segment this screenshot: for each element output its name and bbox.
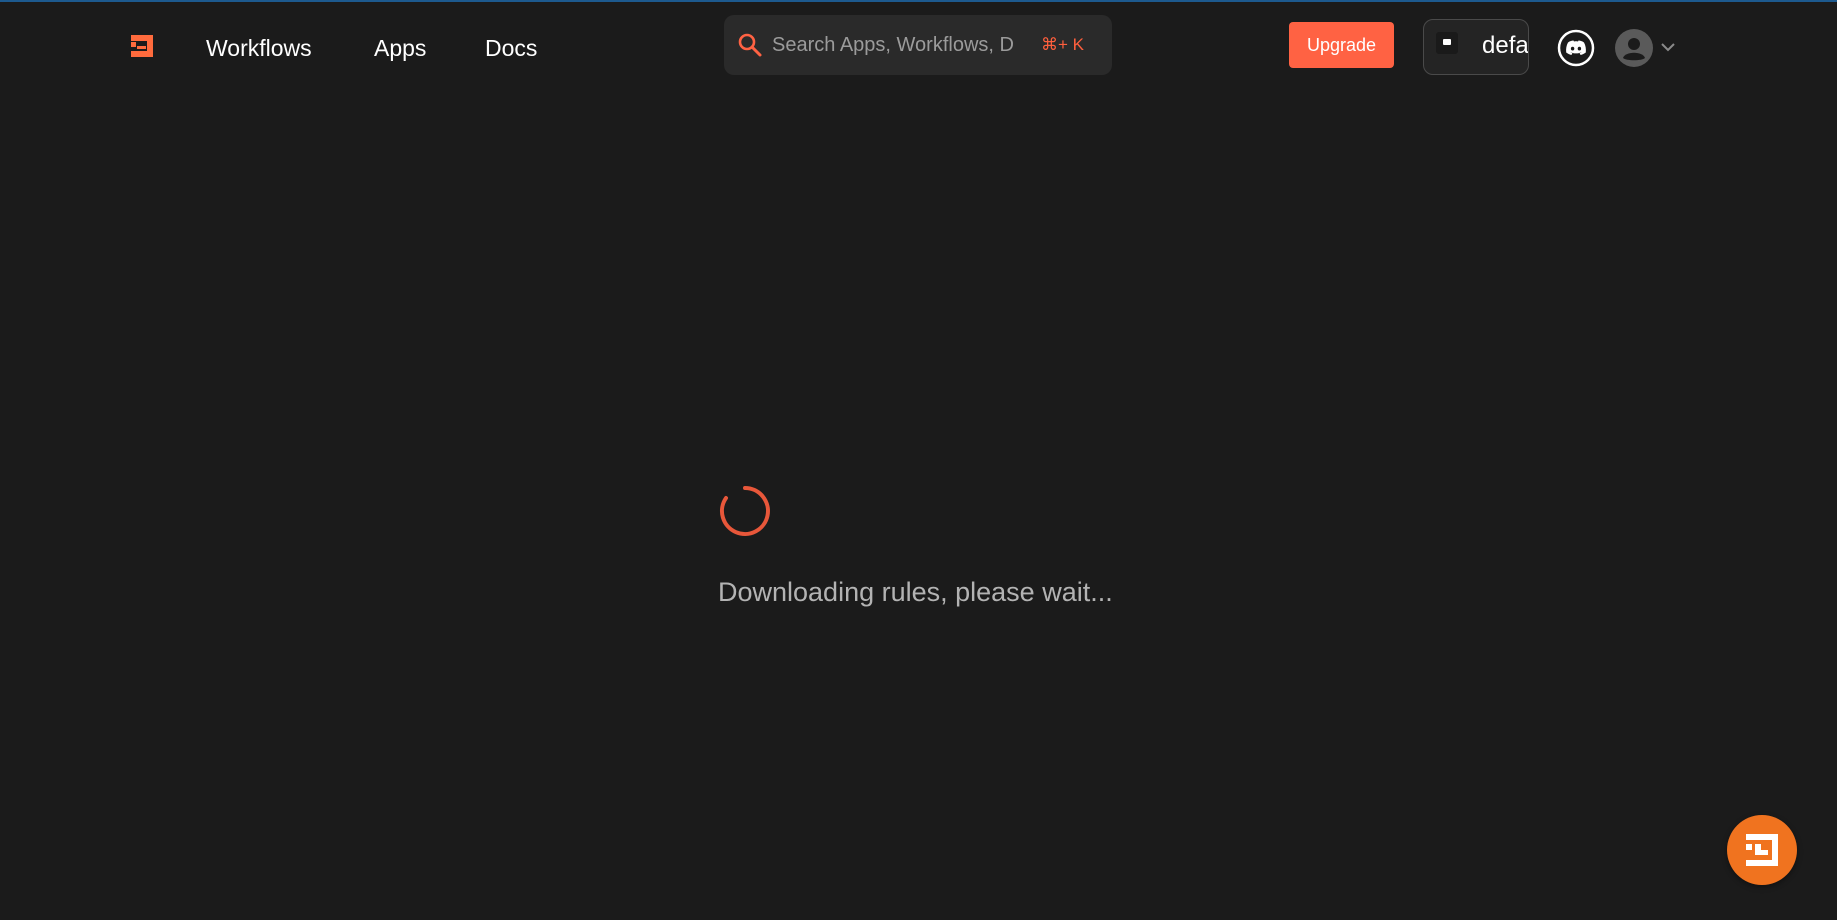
user-avatar-icon bbox=[1615, 29, 1653, 67]
search-icon bbox=[738, 33, 762, 57]
top-navbar: Workflows Apps Docs ⌘+ K Upgrade defa bbox=[0, 2, 1837, 90]
search-box[interactable]: ⌘+ K bbox=[724, 15, 1112, 75]
loading-spinner-icon bbox=[720, 486, 770, 536]
nav-apps-link[interactable]: Apps bbox=[374, 34, 426, 62]
search-shortcut-hint: ⌘+ K bbox=[1041, 35, 1084, 54]
account-menu[interactable] bbox=[1615, 27, 1679, 69]
brand-logo-icon[interactable] bbox=[128, 32, 156, 60]
search-input[interactable] bbox=[772, 31, 1062, 59]
brand-logo-icon bbox=[1746, 834, 1778, 866]
workspace-name: defa bbox=[1482, 32, 1529, 59]
nav-docs-link[interactable]: Docs bbox=[485, 34, 537, 62]
workspace-thumbnail-icon bbox=[1436, 32, 1458, 54]
loading-panel: Downloading rules, please wait... bbox=[718, 484, 1148, 614]
chevron-down-icon bbox=[1661, 43, 1675, 52]
upgrade-button[interactable]: Upgrade bbox=[1289, 22, 1394, 68]
help-chat-button[interactable] bbox=[1727, 815, 1797, 885]
loading-message: Downloading rules, please wait... bbox=[718, 577, 1113, 607]
discord-icon[interactable] bbox=[1557, 29, 1595, 67]
workspace-switcher[interactable]: defa bbox=[1423, 19, 1529, 75]
nav-workflows-link[interactable]: Workflows bbox=[206, 34, 312, 62]
